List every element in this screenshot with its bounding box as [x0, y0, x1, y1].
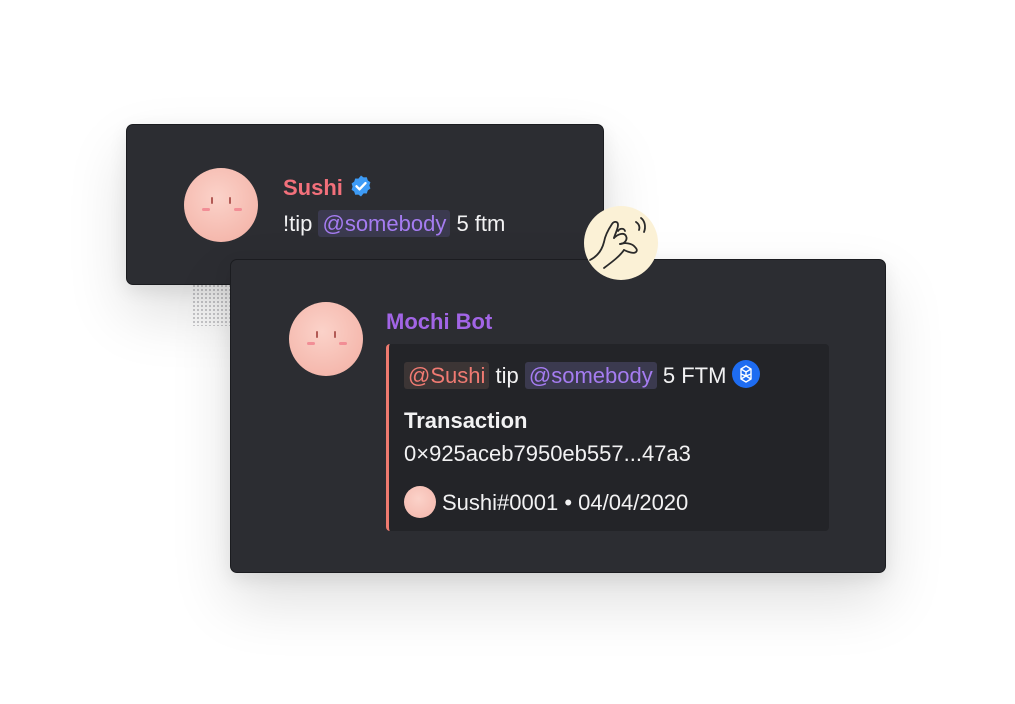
embed-footer: Sushi#0001 • 04/04/2020	[404, 486, 688, 518]
mention-somebody[interactable]: @somebody	[318, 210, 451, 237]
tip-amount: 5 ftm	[456, 211, 506, 236]
transaction-label: Transaction	[404, 408, 528, 433]
command-text: !tip	[283, 211, 313, 236]
footer-separator: •	[564, 490, 573, 515]
user-avatar[interactable]	[184, 168, 258, 242]
fantom-token-icon	[732, 360, 761, 388]
user-message-text: !tip @somebody 5 ftm	[283, 210, 506, 237]
embed-summary: @Sushi tip @somebody 5 FTM	[404, 360, 761, 389]
call-me-hand-icon	[584, 206, 658, 280]
transaction-hash-link[interactable]: 0×925aceb7950eb557...47a3	[404, 441, 691, 467]
user-name-row: Sushi	[283, 174, 373, 201]
verified-badge-icon	[351, 175, 371, 197]
bot-name[interactable]: Mochi Bot	[386, 309, 492, 335]
mention-somebody[interactable]: @somebody	[524, 362, 657, 389]
footer-date: 04/04/2020	[578, 490, 689, 515]
mention-sushi[interactable]: @Sushi	[404, 362, 490, 389]
tip-embed: @Sushi tip @somebody 5 FTM Transaction 0…	[386, 344, 829, 531]
footer-user: Sushi#0001	[442, 490, 559, 515]
footer-avatar	[404, 486, 436, 518]
embed-amount: 5 FTM	[662, 363, 727, 388]
embed-verb: tip	[495, 363, 519, 388]
bot-message-card: Mochi Bot @Sushi tip @somebody 5 FTM Tra…	[230, 259, 886, 573]
user-name[interactable]: Sushi	[283, 175, 343, 200]
bot-avatar[interactable]	[289, 302, 363, 376]
